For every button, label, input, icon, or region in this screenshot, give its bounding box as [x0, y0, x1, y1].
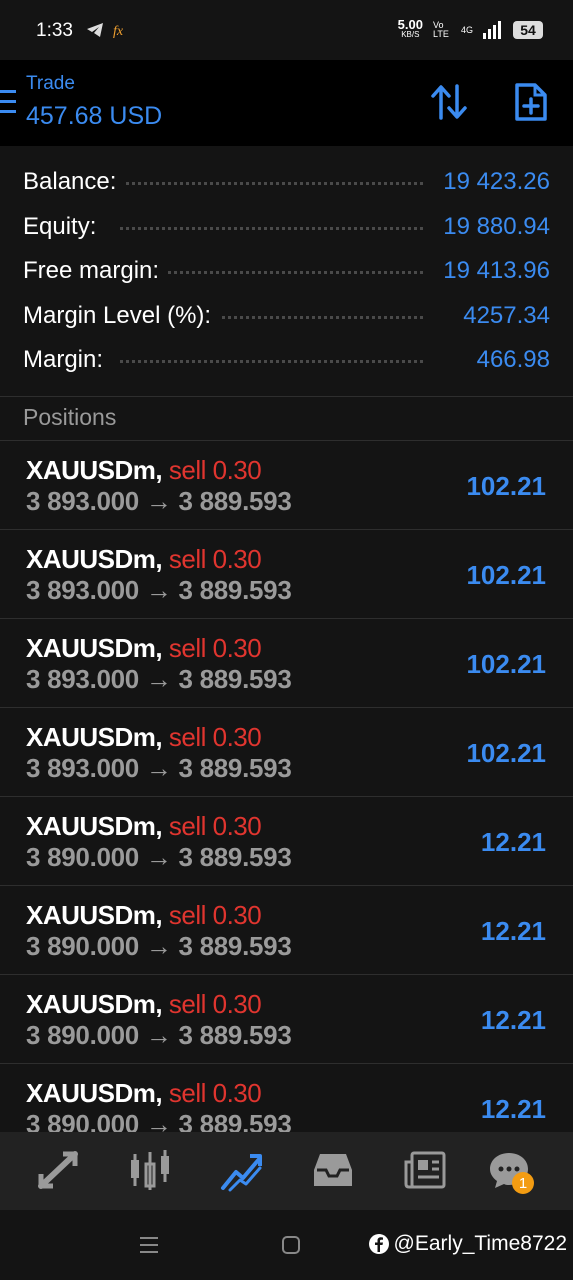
- watermark-text: @Early_Time8722: [393, 1232, 567, 1255]
- trade-icon[interactable]: [220, 1150, 264, 1192]
- position-prices: 3 893.000 → 3 889.593: [26, 575, 292, 605]
- watermark: @Early_Time8722: [368, 1232, 567, 1256]
- position-profit: 102.21: [466, 560, 546, 590]
- position-profit: 102.21: [466, 649, 546, 679]
- position-prices: 3 893.000 → 3 889.593: [26, 753, 292, 783]
- position-side: sell 0.30: [168, 1078, 262, 1108]
- volte-indicator: Vo LTE: [432, 20, 449, 39]
- position-side: sell 0.30: [168, 900, 262, 930]
- page-title: Trade: [26, 73, 75, 94]
- menu-icon[interactable]: [0, 88, 18, 116]
- facebook-icon: [368, 1234, 389, 1254]
- position-symbol: XAUUSDm,: [26, 722, 163, 752]
- position-symbol: XAUUSDm,: [26, 989, 163, 1019]
- summary-label: Equity:: [23, 212, 105, 241]
- positions-header: Positions: [23, 404, 117, 430]
- divider: [0, 396, 573, 397]
- messages-button[interactable]: 1: [488, 1150, 536, 1198]
- position-side: sell 0.30: [168, 811, 262, 841]
- app-header: Trade 457.68 USD: [0, 60, 573, 146]
- profit-total: 457.68 USD: [26, 102, 163, 130]
- position-profit: 102.21: [466, 471, 546, 501]
- summary-label: Margin Level (%):: [23, 301, 220, 330]
- sort-icon[interactable]: [430, 84, 468, 120]
- net-speed: 5.00 KB/S: [397, 17, 423, 39]
- summary-value: 19 880.94: [435, 212, 550, 241]
- position-prices: 3 893.000 → 3 889.593: [26, 486, 292, 516]
- position-symbol: XAUUSDm,: [26, 811, 163, 841]
- position-symbol: XAUUSDm,: [26, 1078, 163, 1108]
- bottom-nav: 1: [0, 1132, 573, 1210]
- summary-value: 4257.34: [455, 301, 550, 330]
- summary-value: 19 423.26: [435, 168, 550, 197]
- fx-icon: fx: [113, 24, 124, 38]
- position-row[interactable]: XAUUSDm, sell 0.30 3 893.000 → 3 889.593…: [0, 530, 573, 619]
- status-bar: 1:33 fx 5.00 KB/S Vo LTE 4G 54: [0, 0, 573, 60]
- summary-row-equity: Equity: 19 880.94: [0, 205, 573, 250]
- news-icon[interactable]: [404, 1150, 446, 1190]
- telegram-icon: [87, 23, 103, 37]
- summary-value: 19 413.96: [435, 257, 550, 286]
- battery-icon: 54: [513, 21, 543, 39]
- signal-icon: [483, 21, 501, 39]
- position-profit: 12.21: [480, 827, 546, 857]
- summary-label: Free margin:: [23, 257, 168, 286]
- svg-text:fx: fx: [113, 24, 124, 38]
- chart-icon[interactable]: [128, 1150, 172, 1192]
- position-row[interactable]: XAUUSDm, sell 0.30 3 893.000 → 3 889.593…: [0, 441, 573, 530]
- summary-row-margin: Margin: 466.98: [0, 338, 573, 383]
- summary-row-margin-level: Margin Level (%): 4257.34: [0, 294, 573, 339]
- summary-value: 466.98: [468, 346, 550, 375]
- position-side: sell 0.30: [168, 455, 262, 485]
- system-nav-bar: @Early_Time8722: [0, 1210, 573, 1280]
- position-symbol: XAUUSDm,: [26, 544, 163, 574]
- position-side: sell 0.30: [168, 544, 262, 574]
- new-order-icon[interactable]: [514, 82, 548, 122]
- position-row[interactable]: XAUUSDm, sell 0.30 3 890.000 → 3 889.593…: [0, 975, 573, 1064]
- summary-row-balance: Balance: 19 423.26: [0, 160, 573, 205]
- position-symbol: XAUUSDm,: [26, 633, 163, 663]
- position-prices: 3 890.000 → 3 889.593: [26, 842, 292, 872]
- position-profit: 102.21: [466, 738, 546, 768]
- position-prices: 3 890.000 → 3 889.593: [26, 1020, 292, 1050]
- position-symbol: XAUUSDm,: [26, 455, 163, 485]
- status-time: 1:33: [36, 20, 73, 41]
- notification-badge: 1: [512, 1172, 534, 1194]
- account-summary: Balance: 19 423.26 Equity: 19 880.94 Fre…: [0, 160, 573, 383]
- position-profit: 12.21: [480, 916, 546, 946]
- position-prices: 3 890.000 → 3 889.593: [26, 1109, 292, 1132]
- quotes-icon[interactable]: [37, 1150, 79, 1190]
- position-prices: 3 893.000 → 3 889.593: [26, 664, 292, 694]
- position-row[interactable]: XAUUSDm, sell 0.30 3 890.000 → 3 889.593…: [0, 886, 573, 975]
- position-prices: 3 890.000 → 3 889.593: [26, 931, 292, 961]
- recent-apps-icon[interactable]: [138, 1234, 160, 1256]
- position-profit: 12.21: [480, 1094, 546, 1124]
- home-icon[interactable]: [281, 1235, 301, 1255]
- position-symbol: XAUUSDm,: [26, 900, 163, 930]
- position-row[interactable]: XAUUSDm, sell 0.30 3 890.000 → 3 889.593…: [0, 797, 573, 886]
- position-row[interactable]: XAUUSDm, sell 0.30 3 893.000 → 3 889.593…: [0, 708, 573, 797]
- position-row[interactable]: XAUUSDm, sell 0.30 3 890.000 → 3 889.593…: [0, 1064, 573, 1132]
- position-side: sell 0.30: [168, 722, 262, 752]
- position-profit: 12.21: [480, 1005, 546, 1035]
- summary-row-free-margin: Free margin: 19 413.96: [0, 249, 573, 294]
- position-side: sell 0.30: [168, 633, 262, 663]
- history-icon[interactable]: [312, 1150, 354, 1190]
- network-type: 4G: [460, 25, 473, 35]
- position-side: sell 0.30: [168, 989, 262, 1019]
- positions-list[interactable]: XAUUSDm, sell 0.30 3 893.000 → 3 889.593…: [0, 441, 573, 1132]
- summary-label: Balance:: [23, 168, 125, 197]
- summary-label: Margin:: [23, 346, 112, 375]
- position-row[interactable]: XAUUSDm, sell 0.30 3 893.000 → 3 889.593…: [0, 619, 573, 708]
